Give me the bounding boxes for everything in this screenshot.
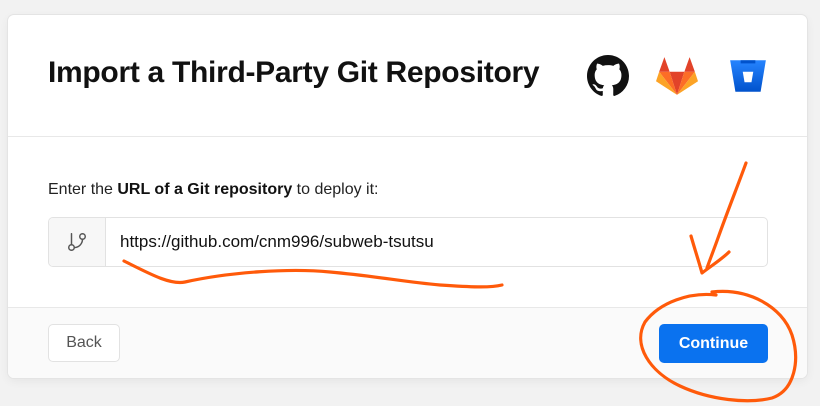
repository-url-field bbox=[48, 217, 768, 267]
prompt-text-bold: URL of a Git repository bbox=[117, 181, 293, 198]
back-button[interactable]: Back bbox=[48, 324, 120, 362]
url-prompt: Enter the URL of a Git repository to dep… bbox=[48, 181, 379, 199]
url-prefix bbox=[49, 218, 106, 266]
dialog-footer: Back Continue bbox=[8, 307, 807, 378]
gitlab-icon[interactable] bbox=[656, 55, 698, 97]
import-dialog: Import a Third-Party Git Repository Ente… bbox=[8, 15, 807, 378]
prompt-text-before: Enter the bbox=[48, 181, 118, 198]
git-branch-icon bbox=[68, 233, 86, 251]
repository-url-input[interactable] bbox=[106, 218, 756, 266]
dialog-title: Import a Third-Party Git Repository bbox=[48, 56, 540, 89]
continue-button[interactable]: Continue bbox=[659, 324, 768, 363]
dialog-header: Import a Third-Party Git Repository bbox=[8, 15, 807, 137]
bitbucket-icon[interactable] bbox=[727, 55, 769, 97]
github-icon[interactable] bbox=[587, 55, 629, 97]
prompt-text-after: to deploy it: bbox=[292, 181, 379, 198]
